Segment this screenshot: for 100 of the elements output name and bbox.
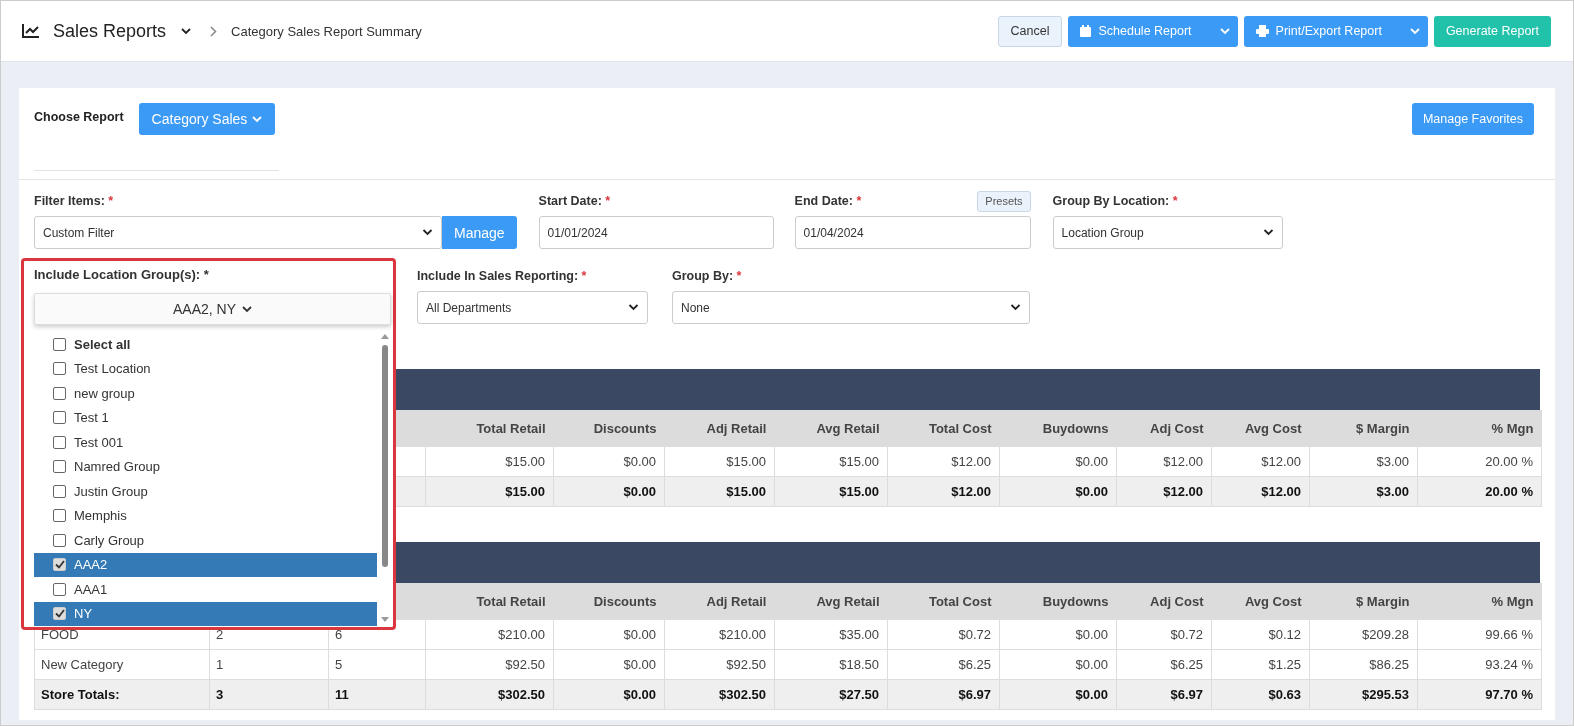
field-label: End Date: * — [794, 194, 862, 208]
field-label: Group By Location: * — [1052, 194, 1178, 208]
column-header: Total Retail — [425, 410, 554, 447]
column-header: Buydowns — [999, 410, 1117, 447]
table-cell: $210.00 — [425, 619, 554, 650]
table-cell: $6.25 — [887, 649, 1000, 680]
column-header: Adj Cost — [1116, 410, 1212, 447]
filter-items-select[interactable]: Custom Filter — [34, 216, 442, 249]
location-group-option[interactable]: AAA2 — [34, 552, 377, 577]
table-cell: $0.72 — [1116, 619, 1212, 650]
cancel-button[interactable]: Cancel — [997, 15, 1063, 47]
table-cell: $18.50 — [774, 649, 888, 680]
table-cell: $12.00 — [1211, 446, 1310, 477]
total-cell: $15.00 — [774, 476, 888, 507]
total-cell: $0.63 — [1211, 679, 1310, 710]
table-cell: $15.00 — [664, 446, 775, 477]
dropdown-caret-icon — [180, 27, 193, 35]
total-cell: 97.70 % — [1417, 679, 1542, 710]
total-cell: Store Totals: — [34, 679, 210, 710]
total-cell: 20.00 % — [1417, 476, 1542, 507]
location-group-option[interactable]: Test 1 — [34, 405, 377, 430]
table-cell: $0.72 — [887, 619, 1000, 650]
chevron-icon — [422, 229, 433, 236]
table-cell: 1 — [209, 649, 329, 680]
checkbox[interactable] — [53, 509, 66, 523]
column-header: Adj Retail — [664, 410, 775, 447]
table-cell: $0.00 — [999, 446, 1117, 477]
total-cell: $12.00 — [1211, 476, 1310, 507]
column-header: Adj Retail — [664, 583, 775, 620]
location-group-option[interactable]: Memphis — [34, 503, 377, 528]
checkmark-icon — [54, 560, 65, 570]
table-cell: New Category — [34, 649, 210, 680]
checkbox[interactable] — [53, 411, 66, 425]
column-header: Avg Retail — [774, 583, 888, 620]
group-by-select[interactable]: None — [672, 291, 1030, 324]
checkbox[interactable] — [53, 337, 66, 351]
checkbox[interactable] — [53, 460, 66, 474]
table-cell: $92.50 — [425, 649, 554, 680]
table-cell: $15.00 — [774, 446, 888, 477]
total-cell: $3.00 — [1309, 476, 1418, 507]
breadcrumb-item[interactable]: Category Sales Report Summary — [231, 23, 422, 39]
end-date-field[interactable]: 01/04/2024 — [794, 216, 1031, 249]
location-group-option[interactable]: NY — [34, 601, 377, 626]
total-cell: $15.00 — [425, 476, 554, 507]
column-header: % Mgn — [1417, 583, 1542, 620]
line-chart-icon — [22, 24, 39, 38]
total-cell: 11 — [328, 679, 426, 710]
column-header: Avg Cost — [1211, 410, 1310, 447]
checkbox[interactable] — [53, 582, 66, 596]
chevron-icon — [628, 304, 639, 311]
column-header: Discounts — [553, 410, 665, 447]
table-cell: $0.00 — [999, 649, 1117, 680]
table-cell: $0.00 — [999, 619, 1117, 650]
sales-reporting-select[interactable]: All Departments — [417, 291, 648, 324]
location-group-option[interactable]: Namred Group — [34, 454, 377, 479]
checkbox[interactable] — [53, 533, 66, 547]
schedule-options-button[interactable] — [1211, 15, 1238, 47]
location-group-option[interactable]: new group — [34, 381, 377, 406]
location-group-option[interactable]: Test 001 — [34, 430, 377, 455]
checkbox[interactable] — [53, 435, 66, 449]
table-cell: $12.00 — [887, 446, 1000, 477]
start-date-field[interactable]: 01/01/2024 — [538, 216, 774, 249]
location-group-dropdown[interactable]: AAA2, NY — [34, 293, 391, 325]
column-header: $ Margin — [1309, 410, 1418, 447]
total-cell: $27.50 — [774, 679, 888, 710]
location-group-option[interactable]: Carly Group — [34, 528, 377, 553]
location-group-option[interactable]: Test Location — [34, 356, 377, 381]
total-cell: $295.53 — [1309, 679, 1418, 710]
select-all-option[interactable]: Select all — [34, 332, 377, 357]
location-group-option[interactable]: AAA1 — [34, 577, 377, 602]
table-cell: $92.50 — [664, 649, 775, 680]
breadcrumb-chevron-icon — [210, 25, 218, 37]
column-header: Total Cost — [887, 583, 1000, 620]
caret-icon — [1219, 27, 1230, 35]
chevron-icon — [1262, 229, 1274, 236]
column-header: $ Margin — [1309, 583, 1418, 620]
presets-button[interactable]: Presets — [977, 190, 1031, 212]
field-label: Include Location Group(s): * — [34, 266, 210, 284]
column-header: Total Cost — [887, 410, 1000, 447]
table-cell: $15.00 — [425, 446, 554, 477]
table-cell: 20.00 % — [1417, 446, 1542, 477]
column-header: % Mgn — [1417, 410, 1542, 447]
checkmark-icon — [54, 609, 65, 619]
table-cell: $86.25 — [1309, 649, 1418, 680]
total-cell: $302.50 — [664, 679, 775, 710]
checkbox[interactable] — [53, 362, 66, 376]
checkbox[interactable] — [53, 386, 66, 400]
table-cell: $0.12 — [1211, 619, 1310, 650]
total-cell: $12.00 — [1116, 476, 1212, 507]
print-export-options-button[interactable] — [1401, 15, 1428, 47]
checkbox[interactable] — [53, 484, 66, 498]
field-label: Include In Sales Reporting: * — [417, 269, 587, 283]
group-by-location-select[interactable]: Location Group — [1052, 216, 1283, 249]
caret-icon — [242, 305, 252, 313]
table-cell: 93.24 % — [1417, 649, 1542, 680]
table-cell: $0.00 — [553, 446, 665, 477]
table-cell: 5 — [328, 649, 426, 680]
table-cell: $0.00 — [553, 649, 665, 680]
total-cell: 3 — [209, 679, 329, 710]
location-group-option[interactable]: Justin Group — [34, 479, 377, 504]
